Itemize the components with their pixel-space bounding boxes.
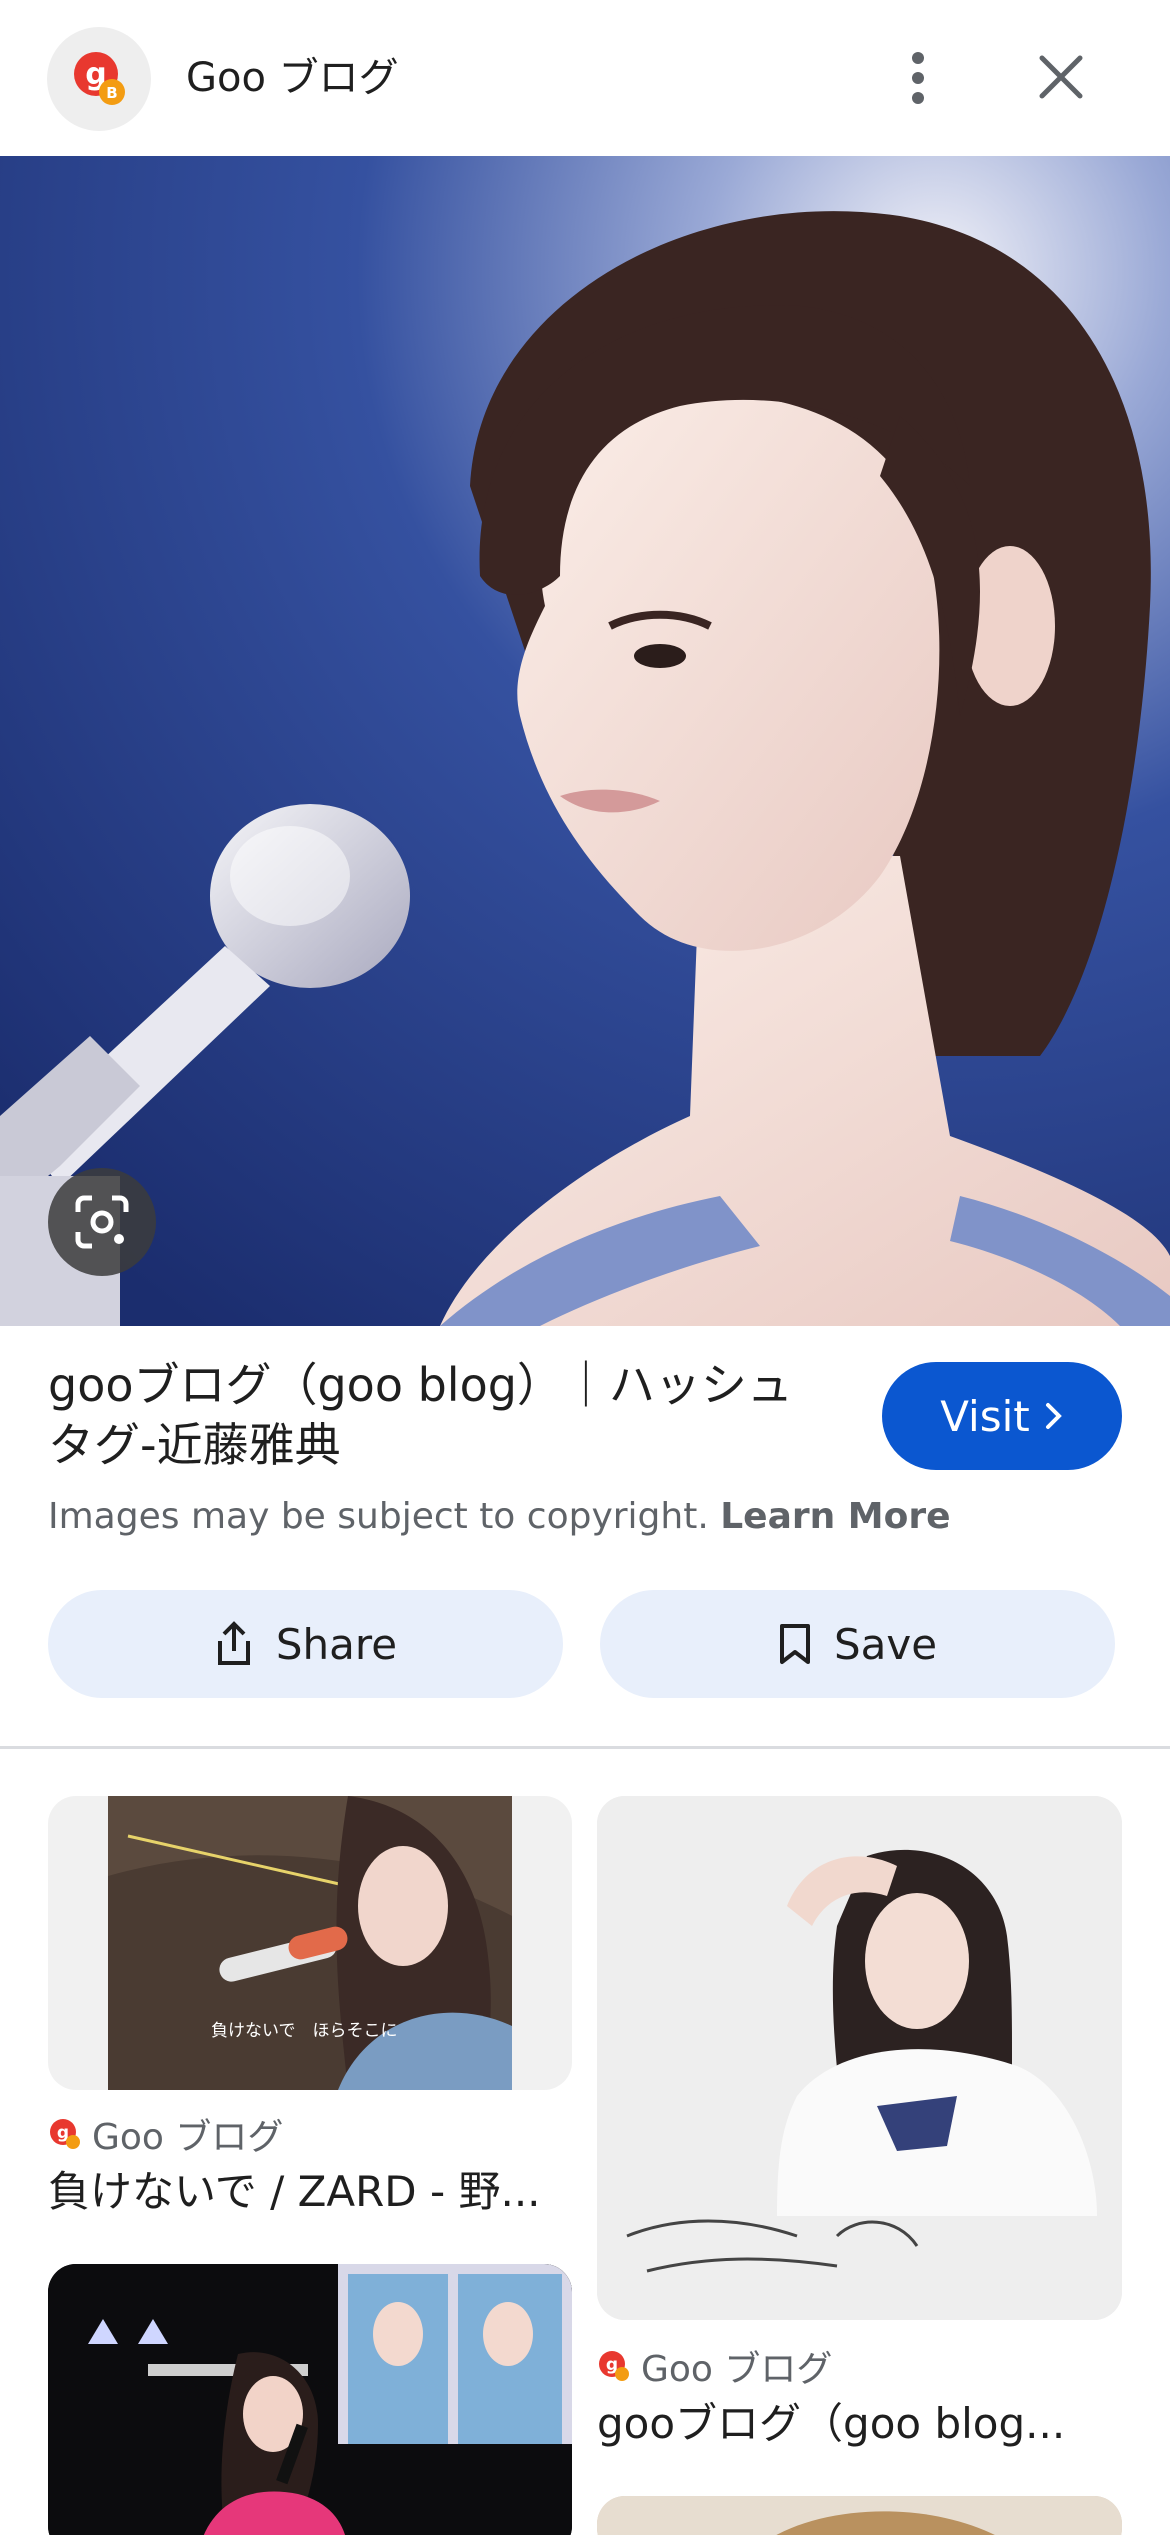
main-image[interactable] <box>0 156 1170 1326</box>
related-source: g Goo ブログ <box>48 2108 283 2160</box>
top-bar: g B Goo ブログ <box>0 0 1170 156</box>
more-vert-icon <box>912 52 924 104</box>
related-image[interactable] <box>597 2496 1122 2535</box>
chevron-right-icon <box>1045 1403 1062 1429</box>
related-image[interactable] <box>597 1796 1122 2320</box>
share-label: Share <box>275 1619 398 1669</box>
related-title[interactable]: 負けないで / ZARD - 野... <box>48 2158 572 2219</box>
save-label: Save <box>833 1619 938 1669</box>
result-title[interactable]: gooブログ（goo blog）｜ハッシュタグ-近藤雅典 <box>48 1355 818 1475</box>
close-button[interactable] <box>1030 46 1092 108</box>
goo-logo-icon: g <box>599 2351 629 2381</box>
related-thumbnail <box>597 2496 1122 2535</box>
related-source-label: Goo ブログ <box>92 2117 284 2158</box>
related-source: g Goo ブログ <box>597 2340 832 2392</box>
related-thumbnail <box>597 1796 1122 2320</box>
singer-photo <box>0 156 1170 1326</box>
section-divider <box>0 1746 1170 1749</box>
related-thumbnail <box>48 2264 572 2535</box>
related-image[interactable] <box>48 2264 572 2535</box>
site-name: Goo ブログ <box>186 55 399 101</box>
close-icon <box>1039 55 1083 99</box>
related-title[interactable]: gooブログ（goo blog... <box>597 2390 1122 2451</box>
goo-logo-icon: g <box>50 2119 80 2149</box>
share-button[interactable]: Share <box>48 1590 563 1698</box>
bookmark-icon <box>779 1624 810 1664</box>
goo-logo-icon: g B <box>74 52 125 105</box>
visit-label: Visit <box>940 1391 1030 1441</box>
related-thumbnail: 負けないで ほらそこに <box>108 1796 512 2090</box>
more-options-button[interactable] <box>888 38 948 118</box>
google-lens-button[interactable] <box>48 1168 156 1276</box>
related-source-label: Goo ブログ <box>641 2349 833 2390</box>
site-logo[interactable]: g B <box>47 27 151 131</box>
related-image[interactable]: 負けないで ほらそこに <box>48 1796 572 2090</box>
save-button[interactable]: Save <box>600 1590 1115 1698</box>
copyright-notice: Images may be subject to copyright. Lear… <box>48 1496 951 1538</box>
lyric-caption: 負けないで ほらそこに <box>211 2021 398 2041</box>
learn-more-link[interactable]: Learn More <box>720 1496 950 1537</box>
share-icon <box>217 1621 250 1665</box>
svg-text:B: B <box>106 84 117 102</box>
visit-button[interactable]: Visit <box>882 1362 1122 1470</box>
google-lens-icon <box>75 1195 129 1249</box>
copyright-text: Images may be subject to copyright. <box>48 1496 709 1537</box>
